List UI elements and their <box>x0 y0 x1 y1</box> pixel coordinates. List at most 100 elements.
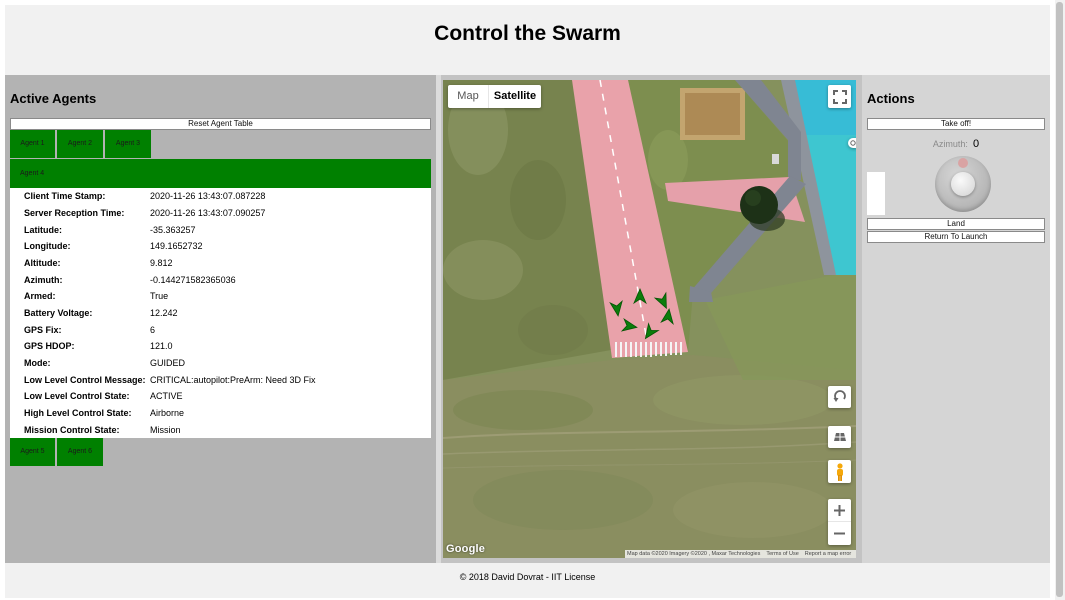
detail-label: Longitude: <box>24 241 71 252</box>
detail-label: GPS Fix: <box>24 324 62 335</box>
satellite-imagery <box>443 80 856 558</box>
detail-label: Azimuth: <box>24 274 63 285</box>
azimuth-knob-icon[interactable] <box>935 156 991 212</box>
return-to-launch-button[interactable]: Return To Launch <box>867 231 1045 243</box>
table-row: Low Level Control State: ACTIVE <box>10 388 431 405</box>
table-row: Client Time Stamp: 2020-11-26 13:43:07.08… <box>10 188 431 205</box>
detail-value: 2020-11-26 13:43:07.087228 <box>150 191 266 202</box>
pegman-icon <box>836 462 843 481</box>
map-attribution: Map data ©2020 Imagery ©2020 , Maxar Tec… <box>625 550 856 558</box>
detail-label: High Level Control State: <box>24 408 132 419</box>
tab-agent-1[interactable]: Agent 1 <box>10 130 55 158</box>
grass-patch <box>673 482 833 538</box>
grass-patch <box>518 305 588 355</box>
detail-value: Mission <box>150 424 181 435</box>
detail-value: -35.363257 <box>150 224 196 235</box>
fullscreen-icon <box>832 89 847 104</box>
street-view-pegman-button[interactable] <box>828 460 851 483</box>
camera-control[interactable] <box>848 138 856 148</box>
fullscreen-button[interactable] <box>828 85 851 108</box>
footer-text: © 2018 David Dovrat - IIT License <box>459 572 596 582</box>
zoom-out-icon <box>834 532 845 535</box>
detail-label: Armed: <box>24 291 56 302</box>
table-row: Battery Voltage: 12.242 <box>10 305 431 322</box>
vertical-slider[interactable] <box>867 172 885 215</box>
table-row: Latitude: -35.363257 <box>10 221 431 238</box>
table-row: Altitude: 9.812 <box>10 255 431 272</box>
detail-value: 121.0 <box>150 341 173 352</box>
grass-patch <box>453 390 593 430</box>
table-row: Mode: GUIDED <box>10 355 431 372</box>
detail-value: 149.1652732 <box>150 241 203 252</box>
table-row: Low Level Control Message: CRITICAL:autop… <box>10 371 431 388</box>
detail-label: Server Reception Time: <box>24 208 125 218</box>
grass-patch <box>443 240 523 300</box>
map-type-satellite-button[interactable]: Satellite <box>489 85 541 108</box>
agents-panel-heading: Active Agents <box>10 91 97 106</box>
sand-pit-inner <box>685 93 740 135</box>
zoom-in-icon <box>834 504 845 516</box>
rotate-map-button[interactable] <box>828 386 851 408</box>
table-row: Armed: True <box>10 288 431 305</box>
azimuth-label: Azimuth: <box>932 139 968 149</box>
camera-icon <box>849 140 856 146</box>
page-title: Control the Swarm <box>434 22 621 45</box>
table-row: High Level Control State: Airborne <box>10 405 431 422</box>
detail-label: Mission Control State: <box>24 424 120 435</box>
detail-label: Battery Voltage: <box>24 308 93 319</box>
agent-details-table: Client Time Stamp: 2020-11-26 13:43:07.08… <box>10 188 431 438</box>
detail-label: Client Time Stamp: <box>24 191 106 202</box>
grass-patch <box>510 160 566 240</box>
building <box>772 154 779 164</box>
detail-value: CRITICAL:autopilot:PreArm: Need 3D Fix <box>150 374 316 385</box>
land-button[interactable]: Land <box>867 218 1045 230</box>
detail-value: 12.242 <box>150 308 178 319</box>
tree-highlight <box>745 190 761 206</box>
google-logo[interactable]: Google <box>446 543 485 555</box>
map-data-credit: Map data ©2020 Imagery ©2020 , Maxar Tec… <box>627 551 761 557</box>
tab-agent-3[interactable]: Agent 3 <box>105 130 151 158</box>
table-row: Azimuth: -0.144271582365036 <box>10 271 431 288</box>
detail-label: Low Level Control Message: <box>24 374 146 385</box>
zoom-out-button[interactable] <box>828 522 851 545</box>
detail-value: 6 <box>150 324 156 335</box>
azimuth-value: 0 <box>972 138 980 150</box>
table-row: GPS Fix: 6 <box>10 321 431 338</box>
take-off-button[interactable]: Take off! <box>867 118 1045 130</box>
table-row: GPS HDOP: 121.0 <box>10 338 431 355</box>
detail-label: Latitude: <box>24 224 62 235</box>
rotate-map-icon <box>833 390 846 402</box>
scrollbar-thumb[interactable] <box>1056 2 1063 597</box>
knob-center <box>951 172 975 196</box>
map-view[interactable]: Map Satellite Google Map data ©2020 Imag… <box>443 80 856 558</box>
zoom-in-button[interactable] <box>828 499 851 522</box>
table-row: Longitude: 149.1652732 <box>10 238 431 255</box>
azimuth-readout: Azimuth: 0 <box>862 136 1050 151</box>
knob-indicator <box>958 158 968 168</box>
tab-agent-5[interactable]: Agent 5 <box>10 438 55 466</box>
detail-value: GUIDED <box>150 358 186 369</box>
terms-of-use-link[interactable]: Terms of Use <box>766 551 798 557</box>
tilt-icon <box>833 433 846 441</box>
grass-patch <box>473 470 653 530</box>
detail-label: Mode: <box>24 358 51 369</box>
detail-value: -0.144271582365036 <box>150 274 236 285</box>
zoom-control <box>828 499 851 545</box>
map-type-control: Map Satellite <box>448 85 541 108</box>
map-type-map-button[interactable]: Map <box>448 85 489 108</box>
table-row: Mission Control State: Mission <box>10 421 431 438</box>
detail-label: Altitude: <box>24 258 61 269</box>
column-divider <box>436 75 441 563</box>
detail-value: 2020-11-26 13:43:07.090257 <box>150 208 266 218</box>
tilt-button[interactable] <box>828 426 851 448</box>
grass-patch <box>653 375 833 425</box>
detail-value: 9.812 <box>150 258 173 269</box>
tab-agent-2[interactable]: Agent 2 <box>57 130 103 158</box>
detail-value: Airborne <box>150 408 185 419</box>
tab-agent-4[interactable]: Agent 4 <box>10 159 431 188</box>
detail-value: True <box>150 291 169 302</box>
report-map-error-link[interactable]: Report a map error <box>805 551 851 557</box>
reset-agent-table-button[interactable]: Reset Agent Table <box>10 118 431 130</box>
tab-agent-6[interactable]: Agent 6 <box>57 438 103 466</box>
table-row: Server Reception Time: 2020-11-26 13:43:0… <box>10 205 431 222</box>
